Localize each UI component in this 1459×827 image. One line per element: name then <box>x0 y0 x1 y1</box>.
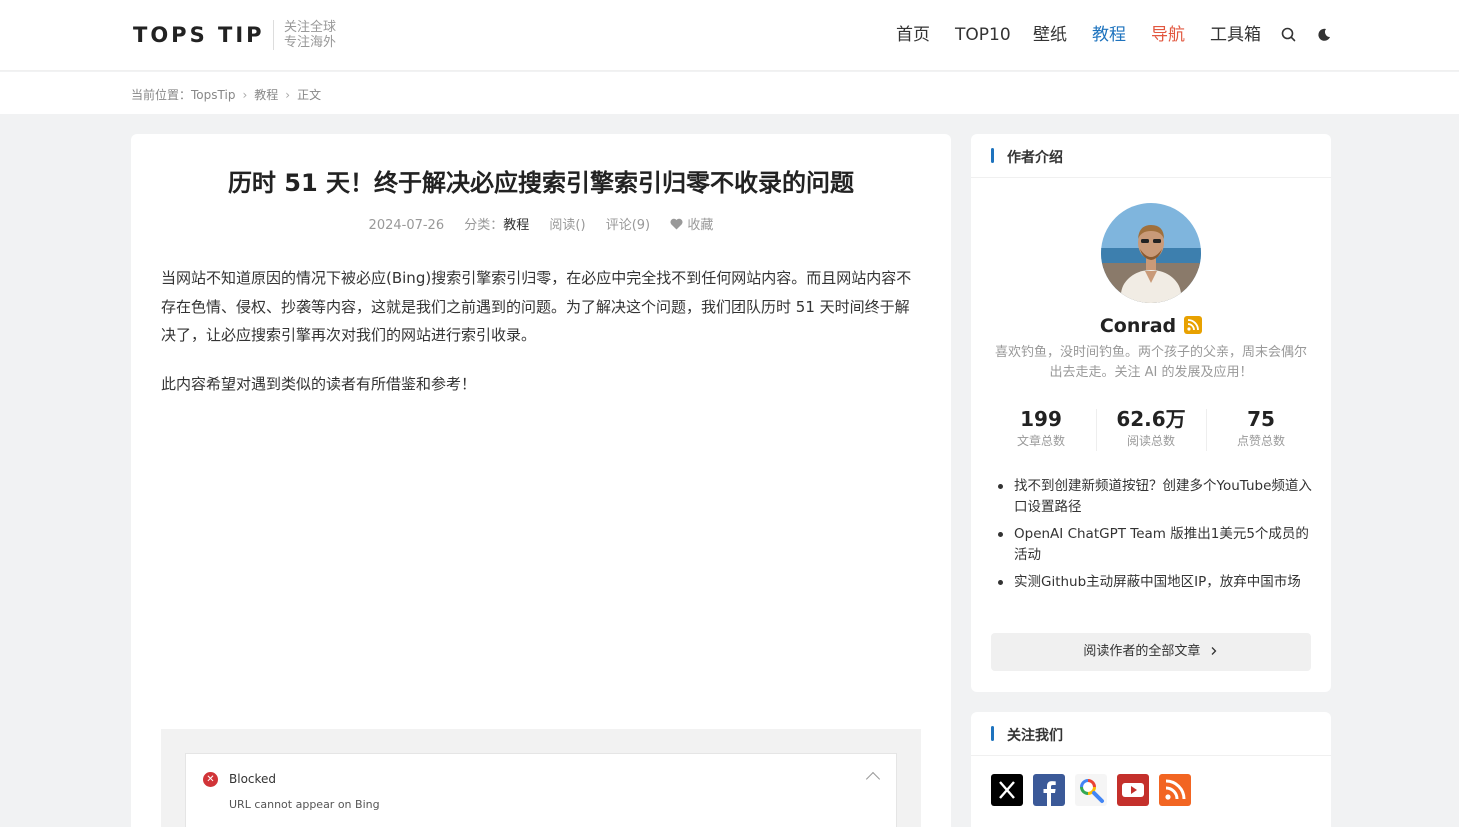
screenshot-status-subtitle: URL cannot appear on Bing <box>229 798 380 811</box>
breadcrumb-item-home[interactable]: TopsTip <box>191 88 235 102</box>
breadcrumb-item-current: 正文 <box>297 88 322 102</box>
article-card: 历时 51 天！终于解决必应搜索引擎索引归零不收录的问题 2024-07-26 … <box>131 134 951 827</box>
facebook-icon[interactable] <box>1033 774 1065 806</box>
breadcrumb-bar: 当前位置：TopsTip › 教程 › 正文 <box>0 72 1459 114</box>
article-title: 历时 51 天！终于解决必应搜索引擎索引归零不收录的问题 <box>227 169 855 197</box>
breadcrumb-separator: › <box>285 88 291 102</box>
chevron-up-icon <box>865 771 881 787</box>
article-screenshot-image: ✕ Blocked URL cannot appear on Bing <box>161 729 921 827</box>
widget-title: 作者介绍 <box>1007 150 1063 166</box>
x-icon[interactable] <box>991 774 1023 806</box>
nav-item-toolbox[interactable]: 工具箱 <box>1210 24 1261 46</box>
stat-value: 199 <box>1020 407 1062 431</box>
widget-header: 作者介绍 <box>971 134 1331 178</box>
favorite-button[interactable]: 收藏 <box>670 218 713 233</box>
screenshot-status-title: Blocked <box>229 772 277 786</box>
article-category-link[interactable]: 教程 <box>503 218 529 233</box>
site-header: TOPS TIP 关注全球 专注海外 首页 TOP10 壁纸 教程 导航 工具箱 <box>0 0 1459 71</box>
author-rss-icon[interactable] <box>1184 316 1203 334</box>
favorite-label: 收藏 <box>687 218 714 233</box>
nav-item-top10[interactable]: TOP10 <box>955 24 1011 46</box>
stat-value: 75 <box>1247 407 1275 431</box>
list-item[interactable]: OpenAI ChatGPT Team 版推出1美元5个成员的活动 <box>998 524 1316 566</box>
stat-label: 点赞总数 <box>1236 434 1285 448</box>
article-comments[interactable]: 评论(9) <box>606 218 650 233</box>
breadcrumb: 当前位置：TopsTip › 教程 › 正文 <box>131 86 321 103</box>
google-search-icon[interactable] <box>1075 774 1107 806</box>
youtube-icon[interactable] <box>1117 774 1149 806</box>
error-x-icon: ✕ <box>203 772 218 787</box>
article-paragraph-2: 此内容希望对遇到类似的读者有所借鉴和参考！ <box>161 375 477 393</box>
author-recent-posts: 找不到创建新频道按钮？创建多个YouTube频道入口设置路径 OpenAI Ch… <box>998 476 1316 599</box>
breadcrumb-prefix: 当前位置： <box>131 88 192 102</box>
read-all-label: 阅读作者的全部文章 <box>1083 644 1201 659</box>
author-bio: 喜欢钓鱼，没时间钓鱼。两个孩子的父亲，周末会偶尔出去走走。关注 AI 的发展及应… <box>995 345 1308 380</box>
widget-title: 关注我们 <box>1007 728 1063 744</box>
breadcrumb-separator: › <box>242 88 248 102</box>
nav-item-home[interactable]: 首页 <box>896 24 930 46</box>
chevron-right-icon <box>1211 647 1216 655</box>
read-all-articles-button[interactable]: 阅读作者的全部文章 <box>991 633 1311 671</box>
stat-articles: 199 文章总数 <box>986 406 1096 450</box>
category-label: 分类： <box>464 218 504 233</box>
heart-icon <box>670 218 683 230</box>
screenshot-panel: ✕ Blocked URL cannot appear on Bing <box>185 753 897 827</box>
list-item[interactable]: 找不到创建新频道按钮？创建多个YouTube频道入口设置路径 <box>998 476 1316 518</box>
rss-icon[interactable] <box>1159 774 1191 806</box>
list-item[interactable]: 实测Github主动屏蔽中国地区IP，放弃中国市场 <box>998 572 1316 593</box>
stat-reads: 62.6万 阅读总数 <box>1096 406 1206 450</box>
stat-label: 阅读总数 <box>1126 434 1175 448</box>
author-name[interactable]: Conrad <box>1100 315 1176 337</box>
widget-header: 关注我们 <box>971 712 1331 756</box>
follow-widget: 关注我们 <box>971 712 1331 827</box>
article-date: 2024-07-26 <box>368 218 445 233</box>
stat-label: 文章总数 <box>1016 434 1065 448</box>
author-widget: 作者介绍 Conrad 喜欢钓鱼，没时间钓鱼。两个孩子的父亲，周末会偶尔出去走走… <box>971 134 1331 692</box>
nav-item-navigation[interactable]: 导航 <box>1151 24 1185 46</box>
avatar[interactable] <box>1101 203 1201 303</box>
stat-likes: 75 点赞总数 <box>1206 406 1316 450</box>
heading-accent-bar <box>991 148 994 163</box>
article-meta: 2024-07-26 分类：教程 阅读() 评论(9) 收藏 <box>131 214 951 233</box>
dark-mode-moon-icon[interactable] <box>1315 26 1333 44</box>
search-icon[interactable] <box>1280 26 1298 44</box>
nav-item-tutorial[interactable]: 教程 <box>1092 24 1126 46</box>
article-paragraph-1: 当网站不知道原因的情况下被必应(Bing)搜索引擎索引归零，在必应中完全找不到任… <box>161 269 912 344</box>
article-reads: 阅读() <box>549 218 586 233</box>
heading-accent-bar <box>991 726 994 741</box>
stat-value: 62.6万 <box>1116 407 1186 431</box>
main-nav: 首页 TOP10 壁纸 教程 导航 工具箱 <box>0 24 1459 46</box>
author-stats: 199 文章总数 62.6万 阅读总数 75 点赞总数 <box>986 406 1316 452</box>
author-name-row: Conrad <box>971 315 1331 337</box>
breadcrumb-item-category[interactable]: 教程 <box>254 88 278 102</box>
nav-item-wallpaper[interactable]: 壁纸 <box>1033 24 1067 46</box>
